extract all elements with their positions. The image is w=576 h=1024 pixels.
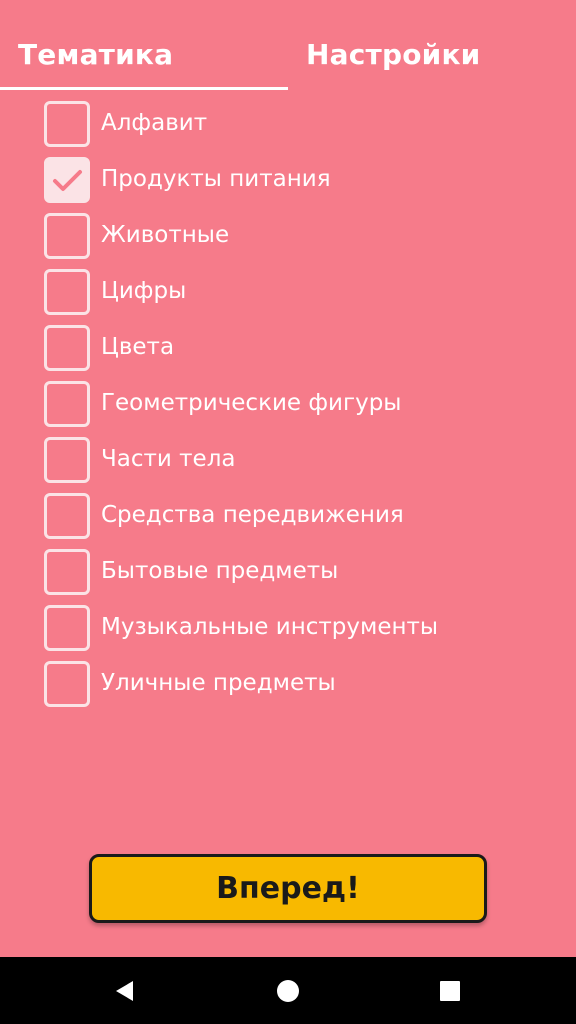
topic-item-transport[interactable]: Средства передвижения [44,493,544,549]
square-recent-icon [440,980,460,1001]
active-tab-indicator [0,87,288,90]
checkbox[interactable] [44,493,90,539]
topic-label: Цвета [101,334,175,360]
topic-label: Музыкальные инструменты [101,614,439,640]
checkbox[interactable] [44,549,90,595]
tab-bar: Тематика Настройки [0,0,576,90]
checkbox[interactable] [44,381,90,427]
system-nav-bar [0,957,576,1024]
go-button[interactable]: Вперед! [89,854,487,923]
checkbox[interactable] [44,213,90,259]
topic-label: Геометрические фигуры [101,390,402,416]
checkbox[interactable] [44,661,90,707]
topic-label: Продукты питания [101,166,331,192]
topic-item-digits[interactable]: Цифры [44,269,544,325]
topic-item-alphabet[interactable]: Алфавит [44,101,544,157]
triangle-back-icon [116,980,133,1001]
checkbox[interactable] [44,101,90,147]
topic-item-food[interactable]: Продукты питания [44,157,544,213]
circle-home-icon [277,979,299,1002]
checkbox[interactable] [44,269,90,315]
topic-label: Животные [101,222,230,248]
back-button[interactable] [85,957,165,1024]
tab-topics[interactable]: Тематика [18,38,173,71]
topic-item-street[interactable]: Уличные предметы [44,661,544,717]
checkbox[interactable] [44,605,90,651]
checkmark-icon [53,170,82,191]
topic-list: Алфавит Продукты питания Животные Цифры … [44,101,544,717]
checkbox[interactable] [44,437,90,483]
topic-label: Части тела [101,446,236,472]
topic-label: Бытовые предметы [101,558,339,584]
checkbox[interactable] [44,325,90,371]
topic-label: Средства передвижения [101,502,404,528]
checkbox[interactable] [44,157,90,203]
topic-item-music[interactable]: Музыкальные инструменты [44,605,544,661]
go-button-label: Вперед! [216,871,360,906]
home-button[interactable] [248,957,328,1024]
topic-label: Алфавит [101,110,208,136]
tab-settings[interactable]: Настройки [306,38,480,71]
topic-item-animals[interactable]: Животные [44,213,544,269]
topic-item-household[interactable]: Бытовые предметы [44,549,544,605]
topic-label: Цифры [101,278,187,304]
topic-label: Уличные предметы [101,670,336,696]
topic-item-body-parts[interactable]: Части тела [44,437,544,493]
topic-item-shapes[interactable]: Геометрические фигуры [44,381,544,437]
recent-apps-button[interactable] [410,957,490,1024]
topic-item-colors[interactable]: Цвета [44,325,544,381]
